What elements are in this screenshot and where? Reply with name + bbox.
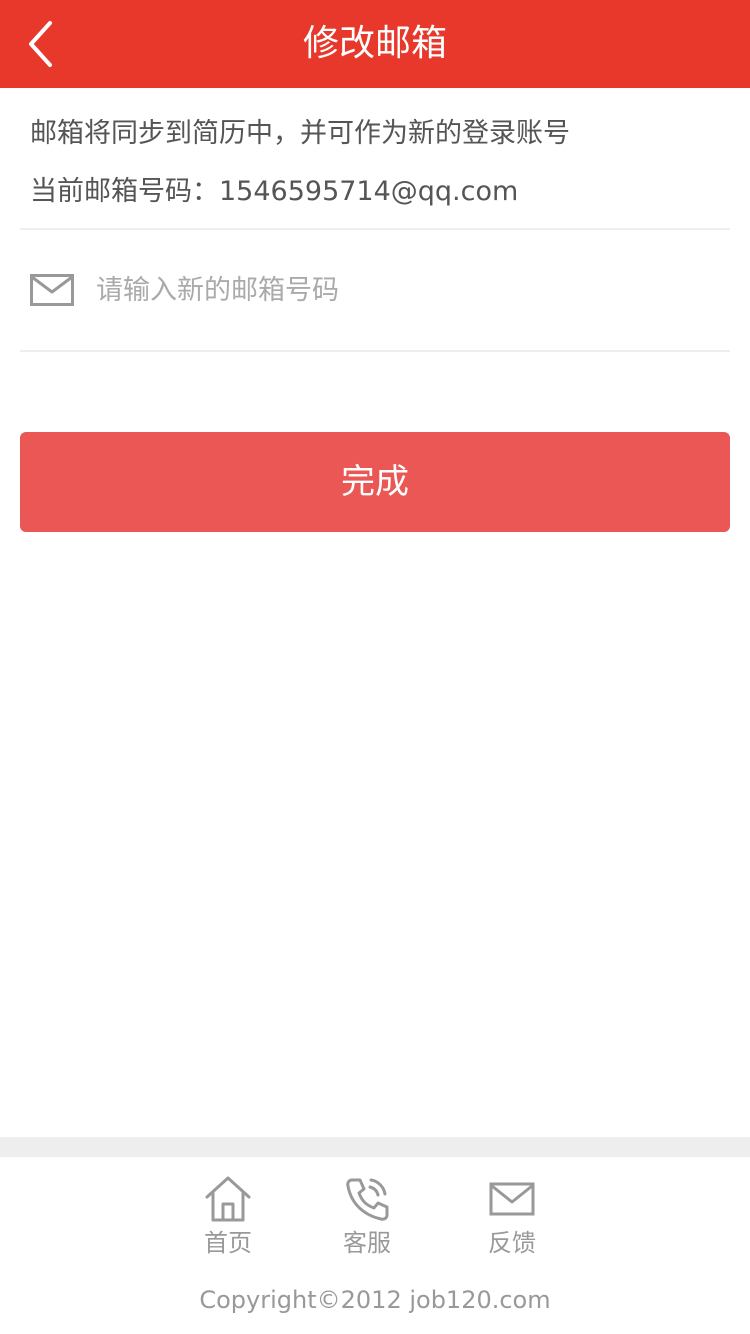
current-email-label: 当前邮箱号码： (30, 176, 219, 207)
sync-notice: 邮箱将同步到简历中，并可作为新的登录账号 (30, 118, 570, 149)
footer-nav-home[interactable]: 首页 (183, 1175, 273, 1265)
nav-label-home: 首页 (204, 1229, 252, 1257)
copyright-text: Copyright©2012 job120.com (199, 1286, 551, 1314)
new-email-input[interactable] (96, 260, 696, 320)
current-email-value: 1546595714@qq.com (219, 176, 519, 207)
nav-label-feedback: 反馈 (488, 1229, 536, 1257)
footer: 首页 客服 反馈 Copyright©2012 job120.com (0, 1157, 750, 1334)
page-title: 修改邮箱 (302, 23, 447, 64)
new-email-row (20, 230, 730, 350)
divider (20, 350, 730, 352)
done-button[interactable]: 完成 (20, 432, 730, 532)
mail-icon (30, 274, 74, 306)
header-bar: 修改邮箱 (0, 0, 750, 88)
mail-icon (489, 1182, 535, 1216)
footer-nav-feedback[interactable]: 反馈 (467, 1175, 557, 1265)
email-info: 邮箱将同步到简历中，并可作为新的登录账号 当前邮箱号码：1546595714@q… (30, 112, 730, 214)
phone-icon (346, 1178, 389, 1221)
home-icon (205, 1176, 251, 1222)
footer-separator (0, 1137, 750, 1157)
page: 修改邮箱 邮箱将同步到简历中，并可作为新的登录账号 当前邮箱号码：1546595… (0, 0, 750, 1334)
current-email: 当前邮箱号码：1546595714@qq.com (30, 170, 730, 214)
nav-label-service: 客服 (343, 1229, 391, 1257)
footer-nav-service[interactable]: 客服 (322, 1175, 412, 1265)
